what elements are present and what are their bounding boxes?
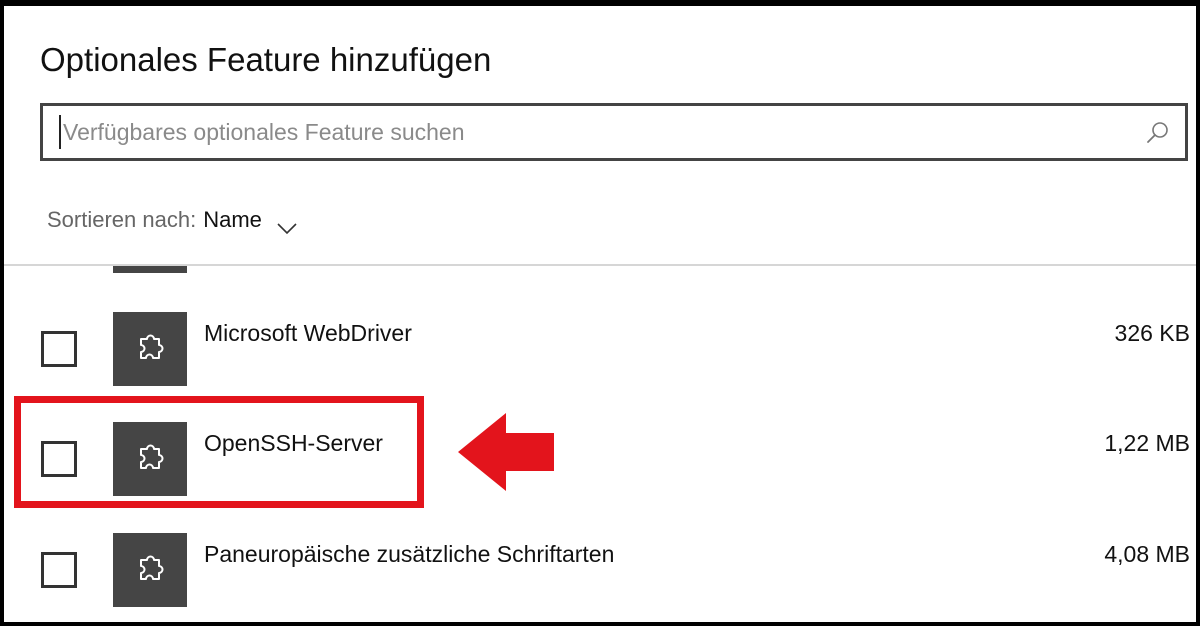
- annotation-highlight-box: [14, 396, 424, 508]
- chevron-down-icon[interactable]: [276, 213, 298, 235]
- feature-row-microsoft-webdriver[interactable]: Microsoft WebDriver 326 KB: [0, 266, 1200, 386]
- annotation-arrow-icon: [458, 413, 554, 491]
- feature-checkbox[interactable]: [41, 552, 77, 588]
- search-icon[interactable]: [1145, 120, 1171, 146]
- feature-name: Paneuropäische zusätzliche Schriftarten: [204, 541, 615, 567]
- puzzle-icon: [140, 555, 164, 580]
- feature-tile: [113, 312, 187, 386]
- search-input[interactable]: [59, 115, 1113, 149]
- search-box[interactable]: [40, 103, 1188, 161]
- feature-size: 4,08 MB: [1104, 541, 1190, 567]
- dialog-title: Optionales Feature hinzufügen: [40, 41, 492, 78]
- sort-label: Sortieren nach:: [47, 207, 197, 232]
- sort-value[interactable]: Name: [203, 205, 262, 235]
- feature-tile: [113, 533, 187, 607]
- feature-name: Microsoft WebDriver: [204, 320, 412, 346]
- feature-size: 1,22 MB: [1104, 430, 1190, 456]
- feature-checkbox[interactable]: [41, 331, 77, 367]
- sort-dropdown[interactable]: Sortieren nach: Name: [47, 205, 298, 235]
- puzzle-icon: [140, 334, 164, 359]
- feature-size: 326 KB: [1114, 320, 1190, 346]
